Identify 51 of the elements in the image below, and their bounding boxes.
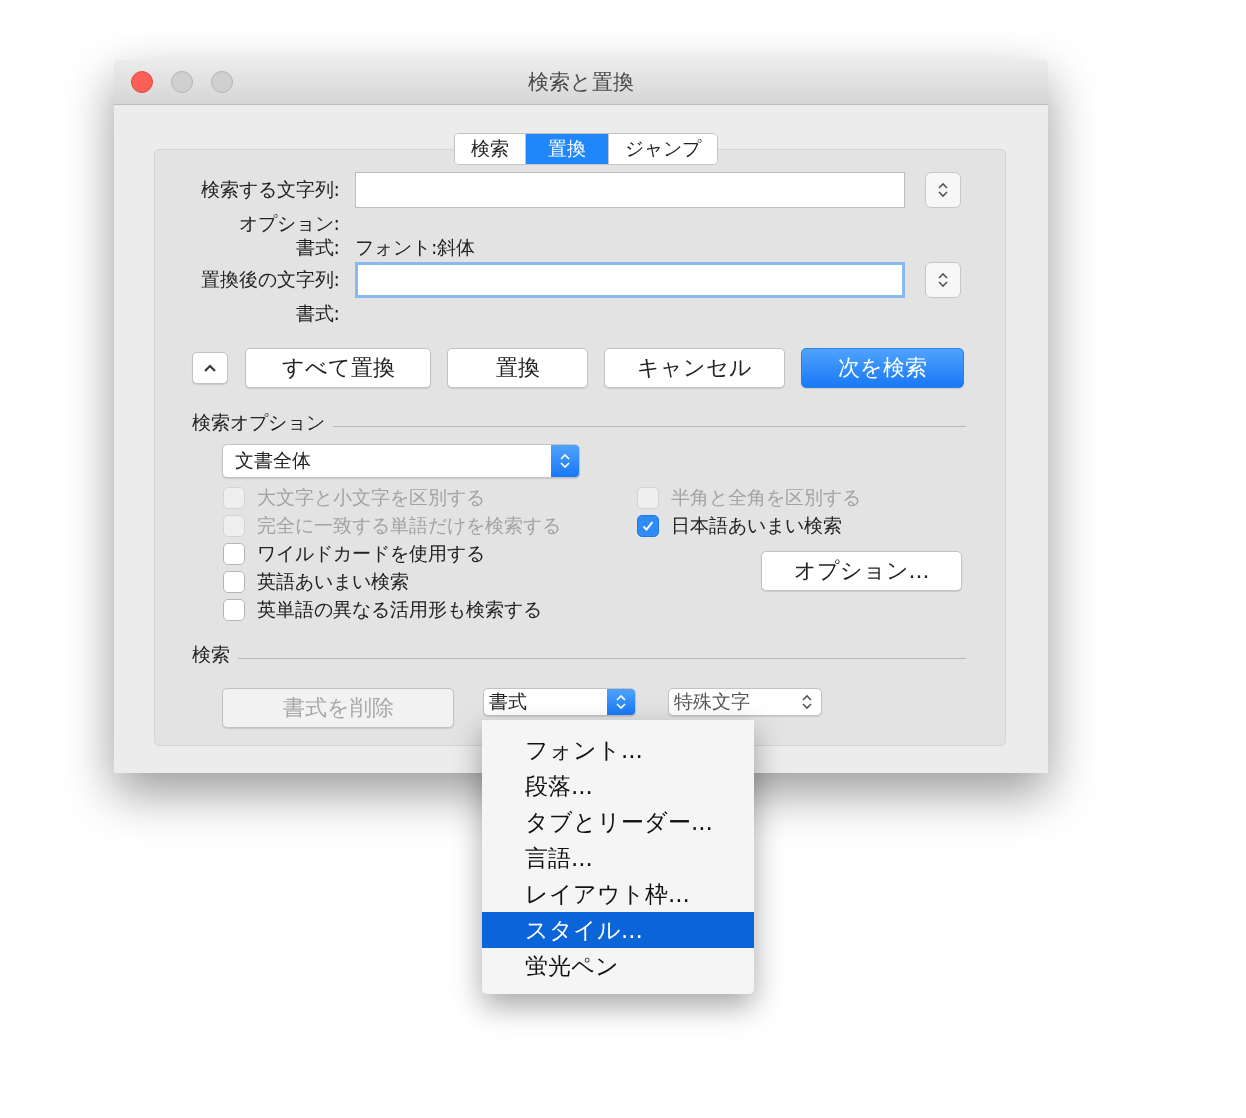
checkbox-label: ワイルドカードを使用する — [257, 541, 485, 566]
checkbox-label: 日本語あいまい検索 — [671, 513, 842, 538]
stepper-button[interactable] — [925, 262, 961, 298]
checkbox[interactable] — [223, 543, 245, 565]
check-icon — [641, 519, 655, 533]
section-title: 検索オプション — [192, 410, 325, 435]
menu-item[interactable]: フォント... — [482, 732, 754, 768]
section-title: 検索 — [192, 642, 230, 667]
special-char-popup[interactable]: 特殊文字 — [668, 688, 822, 716]
menu-item[interactable]: 段落... — [482, 768, 754, 804]
checkbox-label: 完全に一致する単語だけを検索する — [257, 513, 561, 538]
field-label: 書式: — [294, 301, 340, 326]
menu-item[interactable]: スタイル... — [482, 912, 754, 948]
checkbox[interactable] — [637, 515, 659, 537]
format-popup[interactable]: 書式 — [483, 688, 636, 716]
updown-icon — [936, 270, 950, 290]
checkbox-label: 英語あいまい検索 — [257, 569, 409, 594]
options-button[interactable]: オプション... — [761, 551, 962, 591]
tab[interactable]: 検索 — [455, 134, 526, 164]
field-label: 検索する文字列: — [199, 177, 340, 202]
menu-item[interactable]: 蛍光ペン — [482, 948, 754, 984]
action-button[interactable]: 置換 — [447, 348, 588, 388]
field-label: オプション: — [237, 211, 340, 236]
replace-field[interactable] — [355, 262, 905, 298]
updown-icon — [559, 452, 571, 470]
updown-icon — [615, 693, 627, 711]
close-button[interactable] — [131, 71, 153, 93]
checkbox[interactable] — [223, 599, 245, 621]
menu-item[interactable]: レイアウト枠... — [482, 876, 754, 912]
updown-icon — [936, 180, 950, 200]
updown-icon — [801, 693, 813, 711]
field-label: 置換後の文字列: — [199, 267, 340, 292]
collapse-button[interactable] — [192, 352, 228, 384]
chevron-up-icon — [203, 363, 217, 373]
window-title: 検索と置換 — [526, 69, 635, 96]
tab[interactable]: 置換 — [526, 134, 609, 164]
minimize-button[interactable] — [171, 71, 193, 93]
field-label: 書式: — [294, 235, 340, 260]
find-field[interactable] — [355, 172, 905, 208]
checkbox[interactable] — [223, 571, 245, 593]
stepper-button[interactable] — [925, 172, 961, 208]
menu-item[interactable]: タブとリーダー... — [482, 804, 754, 840]
action-button[interactable]: すべて置換 — [245, 348, 431, 388]
format-value: フォント:斜体 — [355, 235, 476, 260]
action-button[interactable]: キャンセル — [604, 348, 785, 388]
zoom-button[interactable] — [211, 71, 233, 93]
checkbox-label: 大文字と小文字を区別する — [257, 485, 485, 510]
checkbox-label: 半角と全角を区別する — [671, 485, 861, 510]
menu-item[interactable]: 言語... — [482, 840, 754, 876]
checkbox-label: 英単語の異なる活用形も検索する — [257, 597, 542, 622]
scope-popup[interactable]: 文書全体 — [222, 444, 580, 478]
